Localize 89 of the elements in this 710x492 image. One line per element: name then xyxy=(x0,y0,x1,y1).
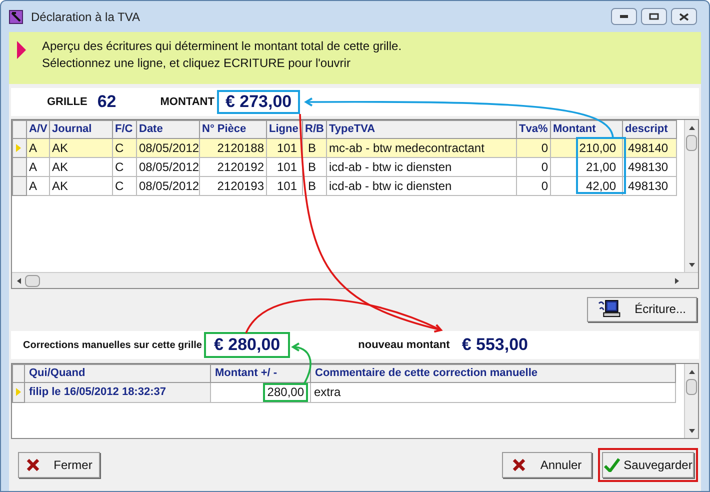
new-amount-value: € 553,00 xyxy=(462,334,528,356)
info-text: Sélectionnez une ligne, et cliquez ECRITURE pour l'ouvrir xyxy=(42,55,352,72)
minimize-button[interactable] xyxy=(611,8,637,25)
column-header[interactable]: N° Pièce xyxy=(200,120,266,138)
table-cell: 2120193 xyxy=(200,176,266,195)
ecriture-button[interactable]: Écriture... xyxy=(587,296,697,322)
table-cell: 101 xyxy=(266,176,302,195)
amount-label: MONTANT xyxy=(160,94,214,110)
corrections-amount: € 280,00 xyxy=(214,334,280,356)
grille-value: 62 xyxy=(97,91,116,114)
table-cell: 2120192 xyxy=(200,157,266,176)
row-pointer-icon xyxy=(16,388,21,396)
table-cell: 101 xyxy=(266,138,302,157)
column-header[interactable]: Tva% xyxy=(516,120,550,138)
window-title: Déclaration à la TVA xyxy=(31,8,140,26)
table-cell: mc-ab - btw medecontractant xyxy=(326,138,516,157)
arrow-left-icon[interactable] xyxy=(15,276,23,284)
table-cell: C xyxy=(112,138,136,157)
table-cell: C xyxy=(112,157,136,176)
table-cell: B xyxy=(302,157,326,176)
column-header[interactable]: Date xyxy=(136,120,200,138)
table-cell: 0 xyxy=(516,157,550,176)
column-header[interactable]: Ligne xyxy=(266,120,302,138)
save-button[interactable]: Sauvegarder xyxy=(598,448,698,482)
column-header[interactable]: A/V xyxy=(26,120,50,138)
table-cell: A xyxy=(26,176,50,195)
column-header[interactable]: TypeTVA xyxy=(326,120,516,138)
vertical-scrollbar[interactable] xyxy=(684,364,698,438)
check-icon xyxy=(604,458,620,472)
amount-value: € 273,00 xyxy=(225,91,292,114)
arrow-up-icon[interactable] xyxy=(688,124,696,132)
table-cell: 0 xyxy=(516,176,550,195)
cross-icon xyxy=(26,458,40,472)
highlight-frame xyxy=(576,137,626,194)
table-cell: filip le 16/05/2012 18:32:37 xyxy=(24,382,210,402)
table-cell: 280,00 xyxy=(267,384,304,398)
table-cell: 21,00 xyxy=(550,157,622,176)
column-header[interactable]: R/B xyxy=(302,120,326,138)
column-header[interactable]: Commentaire de cette correction manuelle xyxy=(310,364,676,382)
column-header[interactable]: Qui/Quand xyxy=(24,364,210,382)
table-cell: 08/05/2012 xyxy=(136,138,200,157)
column-header[interactable]: Journal xyxy=(50,120,112,138)
new-amount-label: nouveau montant xyxy=(358,338,450,353)
column-header[interactable]: Montant xyxy=(550,120,622,138)
table-cell: extra xyxy=(310,382,676,402)
table-cell: AK xyxy=(50,157,112,176)
maximize-icon xyxy=(649,13,659,20)
table-cell: icd-ab - btw ic diensten xyxy=(326,176,516,195)
app-icon xyxy=(9,10,23,24)
vertical-scrollbar[interactable] xyxy=(684,120,698,272)
pointer-icon xyxy=(17,41,26,59)
computer-icon xyxy=(598,299,621,319)
table-cell: B xyxy=(302,176,326,195)
table-cell: 0 xyxy=(516,138,550,157)
close-icon xyxy=(679,12,689,20)
table-cell: A xyxy=(26,157,50,176)
table-cell: icd-ab - btw ic diensten xyxy=(326,157,516,176)
table-cell: AK xyxy=(50,138,112,157)
table-cell: A xyxy=(26,138,50,157)
table-cell: 42,00 xyxy=(550,176,622,195)
row-pointer-icon xyxy=(16,144,21,152)
close-button[interactable] xyxy=(671,8,697,25)
table-cell: AK xyxy=(50,176,112,195)
arrow-down-icon[interactable] xyxy=(688,427,696,435)
column-header[interactable]: descript xyxy=(622,120,676,138)
table-cell: 498130 xyxy=(622,176,676,195)
corrections-label: Corrections manuelles sur cette grille xyxy=(23,338,202,352)
arrow-right-icon[interactable] xyxy=(673,276,681,284)
cross-icon xyxy=(512,458,526,472)
grille-label: GRILLE xyxy=(47,94,88,110)
column-header[interactable]: F/C xyxy=(112,120,136,138)
table-cell: 2120188 xyxy=(200,138,266,157)
arrow-down-icon[interactable] xyxy=(688,261,696,269)
scrollbar-thumb[interactable] xyxy=(686,135,697,151)
table-cell: C xyxy=(112,176,136,195)
table-cell: 210,00 xyxy=(550,138,622,157)
table-cell: 498140 xyxy=(622,138,676,157)
table-cell: 08/05/2012 xyxy=(136,176,200,195)
info-text: Aperçu des écritures qui déterminent le montant total de cette grille. xyxy=(42,38,402,55)
column-header[interactable]: Montant +/ - xyxy=(210,364,310,382)
maximize-button[interactable] xyxy=(641,8,667,25)
table-cell: B xyxy=(302,138,326,157)
scrollbar-thumb[interactable] xyxy=(686,379,697,395)
table-cell: 498130 xyxy=(622,157,676,176)
scrollbar-thumb[interactable] xyxy=(25,274,40,286)
minimize-icon xyxy=(620,15,628,18)
table-cell: 08/05/2012 xyxy=(136,157,200,176)
horizontal-scrollbar[interactable] xyxy=(12,272,698,288)
arrow-up-icon[interactable] xyxy=(688,368,696,376)
